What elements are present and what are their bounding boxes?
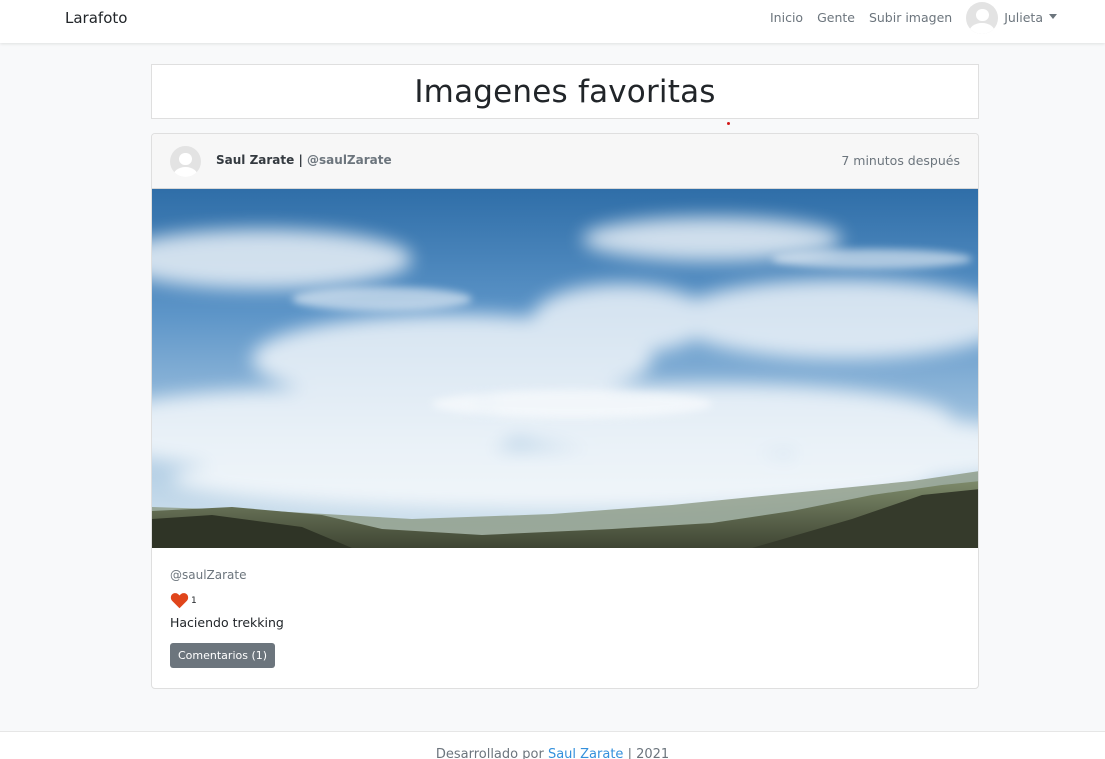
author-handle: @saulZarate [307,153,392,167]
nav-link-subir-imagen[interactable]: Subir imagen [862,10,959,25]
likes-row: 1 [170,592,960,609]
nav-link-inicio[interactable]: Inicio [763,10,810,25]
page-title-box: Imagenes favoritas [151,64,979,119]
post-handle: @saulZarate [170,568,247,582]
artifact-dot [727,122,730,125]
author-name: Saul Zarate [216,153,295,167]
author-link[interactable]: Saul Zarate | @saulZarate [216,153,392,167]
avatar [966,1,999,34]
comments-button[interactable]: Comentarios (1) [170,643,276,668]
footer: Desarrollado por Saul Zarate | 2021 [0,731,1105,759]
footer-suffix: | 2021 [627,747,670,759]
nav-links: Inicio Gente Subir imagen Julieta [763,0,1057,35]
footer-author-link[interactable]: Saul Zarate [548,747,623,759]
user-silhouette-body [969,23,995,34]
post-time: 7 minutos después [841,153,960,168]
post-image[interactable] [152,189,979,548]
post-card-body: @saulZarate 1 Haciendo trekking Comentar… [170,568,960,668]
author-avatar [170,146,201,177]
nav-link-gente[interactable]: Gente [810,10,862,25]
post-card-header: Saul Zarate | @saulZarate 7 minutos desp… [152,134,978,189]
post-card: Saul Zarate | @saulZarate 7 minutos desp… [151,133,979,689]
user-silhouette-icon [975,8,989,22]
caret-down-icon [1049,14,1057,19]
brand-link[interactable]: Larafoto [65,9,127,27]
user-name: Julieta [1004,10,1043,25]
user-silhouette-icon [179,152,192,166]
author-separator: | [298,153,303,167]
like-count: 1 [191,595,197,606]
heart-icon[interactable] [170,592,189,609]
footer-prefix: Desarrollado por [435,747,544,759]
page-title: Imagenes favoritas [414,73,716,110]
post-description: Haciendo trekking [170,615,284,630]
top-navbar: Larafoto Inicio Gente Subir imagen Julie… [0,0,1105,43]
user-dropdown[interactable]: Julieta [966,1,1057,34]
user-silhouette-body [173,167,198,177]
